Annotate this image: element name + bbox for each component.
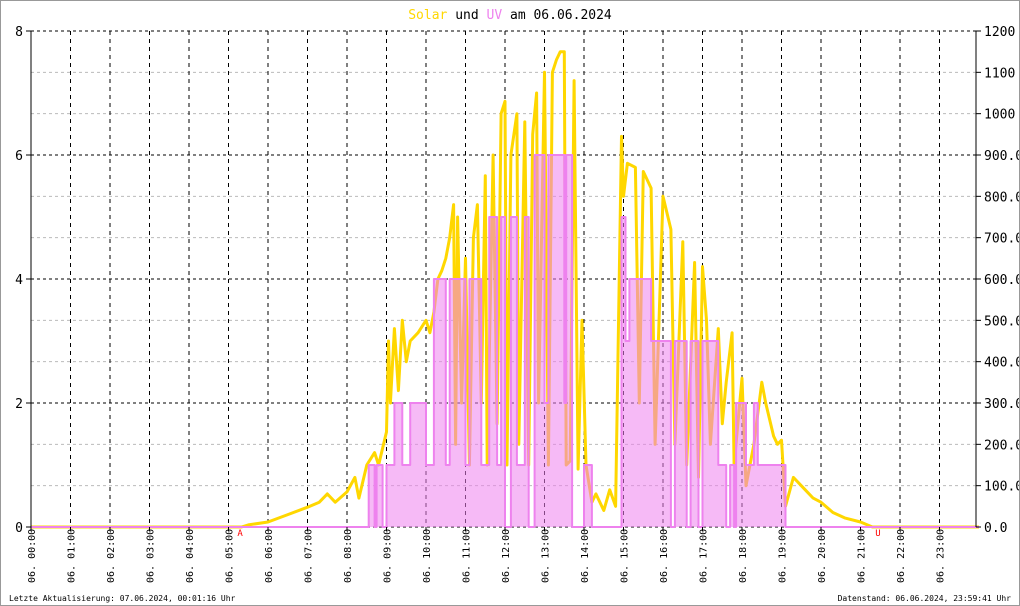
right-tick-label: 1200 [984, 25, 1015, 40]
right-tick-label: 200.0 [984, 438, 1019, 453]
x-tick-label: 06. 18:00 [738, 529, 749, 583]
right-tick-label: 400.0 [984, 356, 1019, 371]
x-tick-label: 06. 00:00 [27, 529, 38, 583]
x-tick-label: 06. 13:00 [541, 529, 552, 583]
x-tick-label: 06. 08:00 [343, 529, 354, 583]
x-tick-label: 06. 12:00 [501, 529, 512, 583]
x-tick-label: 06. 19:00 [778, 529, 789, 583]
x-tick-label: 06. 05:00 [225, 529, 236, 583]
x-tick-label: 06. 16:00 [659, 529, 670, 583]
right-tick-label: 0.0 [984, 521, 1007, 536]
right-tick-label: 600.0 [984, 273, 1019, 288]
left-tick-label: 0 [15, 521, 23, 536]
right-tick-label: 1100 [984, 66, 1015, 81]
x-tick-label: 06. 23:00 [936, 529, 947, 583]
x-tick-label: 06. 07:00 [304, 529, 315, 583]
x-tick-label: 06. 02:00 [106, 529, 117, 583]
sun-marker-A: A [237, 529, 243, 539]
right-tick-label: 300.0 [984, 397, 1019, 412]
left-tick-label: 2 [15, 397, 23, 412]
right-tick-label: 700.0 [984, 232, 1019, 247]
x-tick-label: 06. 21:00 [857, 529, 868, 583]
x-tick-label: 06. 03:00 [146, 529, 157, 583]
title-uv: UV [487, 8, 503, 23]
sun-marker-U: U [875, 529, 880, 539]
last-update-label: Letzte Aktualisierung: 07.06.2024, 00:01… [9, 594, 236, 603]
right-tick-label: 100.0 [984, 480, 1019, 495]
right-tick-label: 500.0 [984, 314, 1019, 329]
chart-window: Solar und UV am 06.06.2024 0.0 100.0 200.0… [0, 0, 1020, 606]
x-tick-label: 06. 10:00 [422, 529, 433, 583]
solar-uv-chart: Solar und UV am 06.06.2024 0.0 100.0 200.0… [15, 8, 1019, 583]
right-tick-label: 800.0 [984, 190, 1019, 205]
left-tick-label: 8 [15, 25, 23, 40]
title-solar: Solar [408, 8, 447, 23]
plot-area [31, 50, 979, 529]
right-tick-label: 1000 [984, 108, 1015, 123]
x-tick-label: 06. 14:00 [580, 529, 591, 583]
x-tick-label: 06. 17:00 [699, 529, 710, 583]
x-tick-label: 06. 09:00 [383, 529, 394, 583]
x-tick-label: 06. 15:00 [620, 529, 631, 583]
left-tick-label: 4 [15, 273, 23, 288]
x-tick-label: 06. 01:00 [67, 529, 78, 583]
data-status-label: Datenstand: 06.06.2024, 23:59:41 Uhr [837, 594, 1011, 603]
left-tick-label: 6 [15, 149, 23, 164]
x-tick-label: 06. 11:00 [462, 529, 473, 583]
x-tick-label: 06. 06:00 [264, 529, 275, 583]
right-tick-label: 900.0 [984, 149, 1019, 164]
x-tick-label: 06. 20:00 [817, 529, 828, 583]
x-tick-label: 06. 22:00 [896, 529, 907, 583]
title-und: und [447, 8, 486, 23]
title-date: am 06.06.2024 [502, 8, 612, 23]
chart-title: Solar und UV am 06.06.2024 [408, 8, 612, 23]
x-tick-label: 06. 04:00 [185, 529, 196, 583]
